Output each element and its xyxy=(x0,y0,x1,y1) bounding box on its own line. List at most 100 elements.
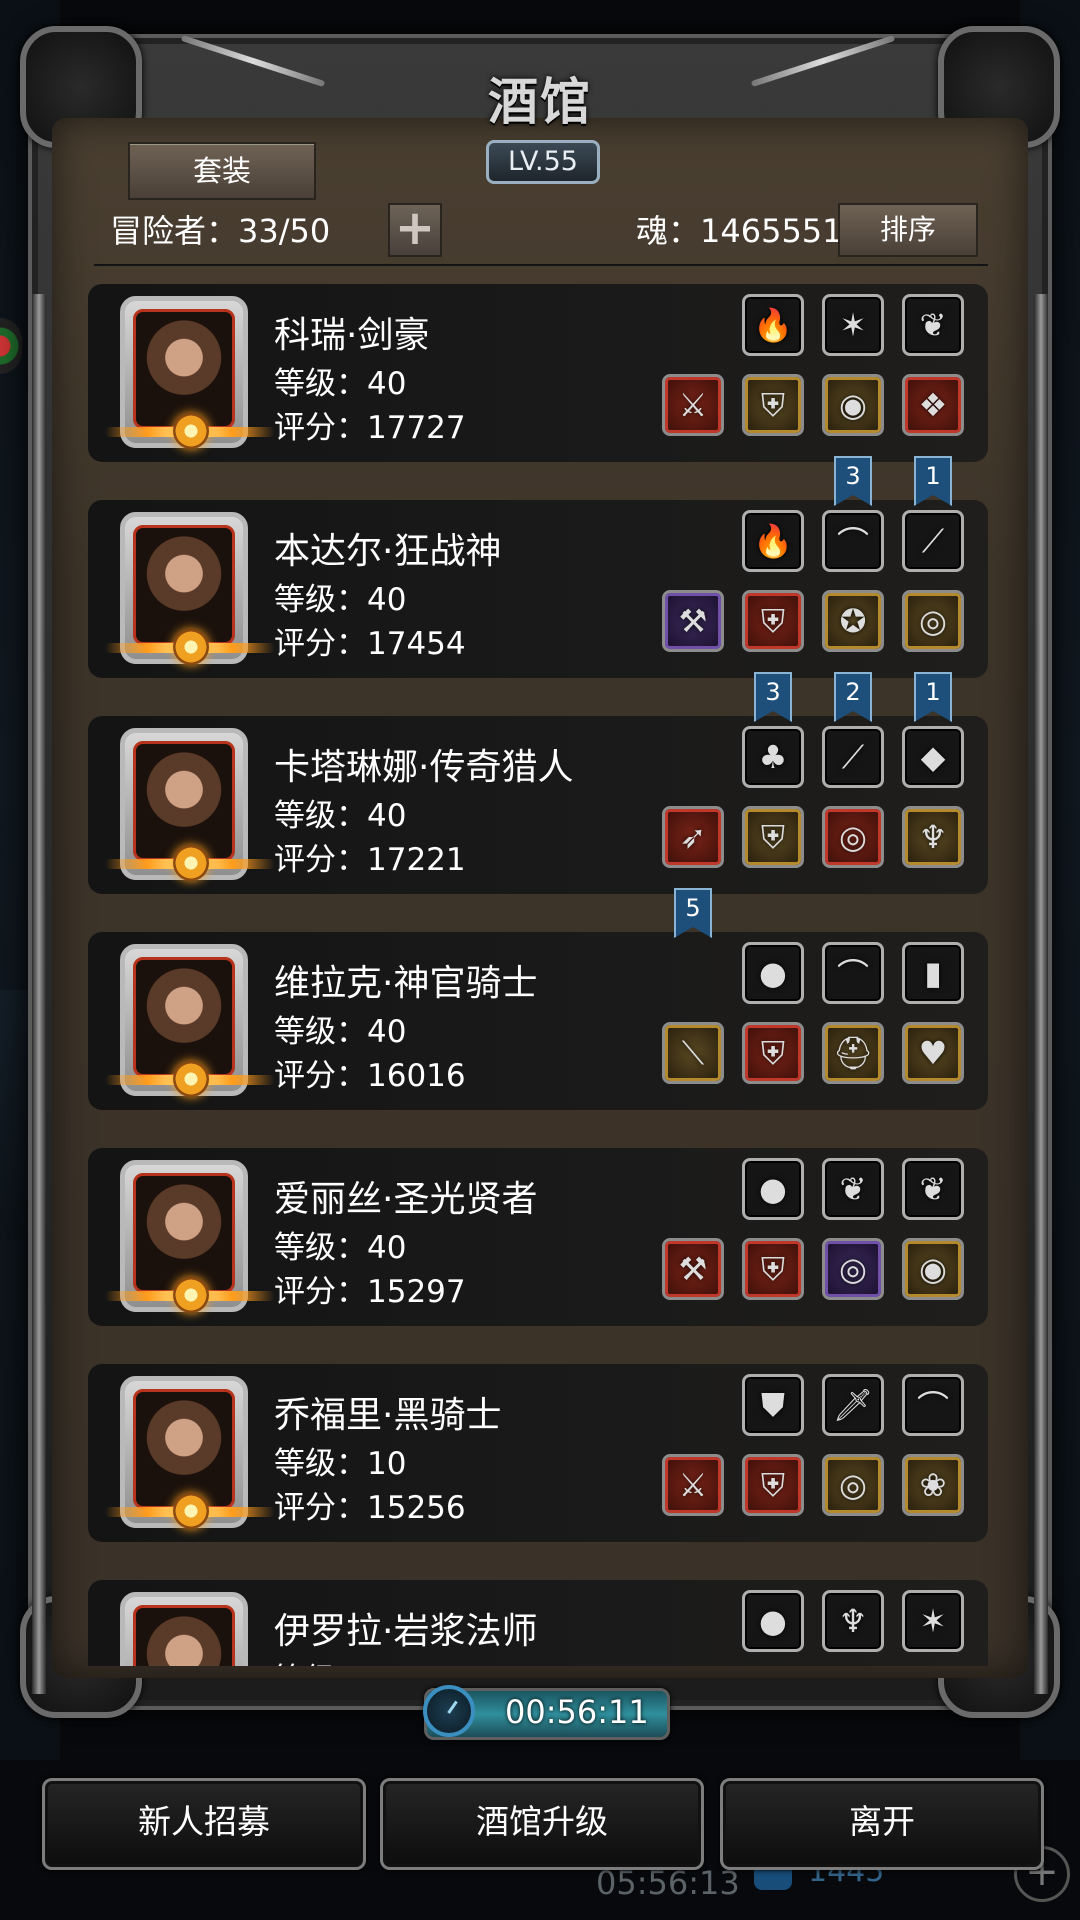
gold-armor-icon[interactable]: ⛨ xyxy=(742,806,804,868)
hero-card[interactable]: 维拉克·神官骑士 等级：40 评分：16016 ● ⌒ ▮ ⟍ ⛨ ⛑ ♥ xyxy=(88,932,988,1110)
frame-spike xyxy=(180,34,326,88)
green-necklace-icon[interactable]: ❀ xyxy=(902,1454,964,1516)
angel-wing-icon[interactable]: ❦ xyxy=(902,1158,964,1220)
blue-bow-icon[interactable]: ⌒ xyxy=(822,942,884,1004)
blue-orb-icon[interactable]: ● xyxy=(742,1590,804,1652)
purple-bracer-icon[interactable]: ◉ xyxy=(902,1238,964,1300)
leather-armor-icon[interactable]: ⛨ xyxy=(742,374,804,436)
hero-score: 评分：17454 xyxy=(274,626,466,662)
rarity-emblem-icon xyxy=(173,629,209,665)
hero-portrait[interactable] xyxy=(105,512,275,665)
blue-orb-icon[interactable]: ● xyxy=(742,942,804,1004)
bookmark-ribbon: 1 xyxy=(914,672,952,722)
hero-score: 评分：17727 xyxy=(274,410,466,446)
rarity-emblem-icon xyxy=(173,1493,209,1529)
hero-avatar xyxy=(133,741,235,861)
knight-helm-icon[interactable]: ⛑ xyxy=(822,1022,884,1084)
rarity-emblem-icon xyxy=(173,413,209,449)
hero-name: 乔福里·黑骑士 xyxy=(274,1395,502,1436)
hero-score: 评分：17221 xyxy=(274,842,466,878)
hero-level: 等级：40 xyxy=(274,1014,407,1050)
refresh-timer: 00:56:11 xyxy=(505,1693,649,1731)
silver-badge-icon[interactable]: ✶ xyxy=(822,294,884,356)
hero-card[interactable]: 爱丽丝·圣光贤者 等级：40 评分：15297 ● ❦ ❦ ⚒ ⛨ ◎ ◉ xyxy=(88,1148,988,1326)
clock-icon xyxy=(423,1685,475,1737)
green-armor-icon[interactable]: ⛨ xyxy=(742,590,804,652)
blue-pendant-icon[interactable]: ♆ xyxy=(902,806,964,868)
dagger-icon[interactable]: 🗡 xyxy=(822,1374,884,1436)
hero-name: 卡塔琳娜·传奇猎人 xyxy=(274,747,574,788)
blue-bow-icon[interactable]: ⌒ xyxy=(822,510,884,572)
hero-avatar xyxy=(133,525,235,645)
hero-card[interactable]: 卡塔琳娜·传奇猎人 等级：40 评分：17221 ♣ ⟋ ◆ ➶ ⛨ ◎ ♆ xyxy=(88,716,988,894)
fire-orb-icon[interactable]: 🔥 xyxy=(742,294,804,356)
heart-locket-icon[interactable]: ♥ xyxy=(902,1022,964,1084)
hero-card[interactable]: 伊罗拉·岩浆法师等级 ● ♆ ✶ xyxy=(88,1580,988,1666)
green-flame-icon[interactable]: ♣ xyxy=(742,726,804,788)
red-armor-icon[interactable]: ⛨ xyxy=(742,1022,804,1084)
bookmark-ribbon: 2 xyxy=(834,672,872,722)
hero-name: 爱丽丝·圣光贤者 xyxy=(274,1179,538,1220)
bone-staff-icon[interactable]: ⟋ xyxy=(822,726,884,788)
hero-portrait[interactable] xyxy=(120,1592,248,1666)
hero-portrait[interactable] xyxy=(105,1160,275,1313)
hero-level: 等级：40 xyxy=(274,1230,407,1266)
bone-staff-icon[interactable]: ⟋ xyxy=(902,510,964,572)
hero-avatar xyxy=(133,1173,235,1293)
skull-ring-icon[interactable]: ◎ xyxy=(902,590,964,652)
purple-ring-icon[interactable]: ◎ xyxy=(822,1238,884,1300)
hero-portrait[interactable] xyxy=(105,296,275,449)
hero-list[interactable]: 科瑞·剑豪 等级：40 评分：17727 🔥 ✶ ❦ ⚔ ⛨ ◉ ❖ 本达尔·狂战神 等级：40 评分：… xyxy=(88,280,988,1666)
hero-score: 评分：16016 xyxy=(274,1058,466,1094)
silver-badge-icon[interactable]: ✶ xyxy=(902,1590,964,1652)
hero-card[interactable]: 科瑞·剑豪 等级：40 评分：17727 🔥 ✶ ❦ ⚔ ⛨ ◉ ❖ xyxy=(88,284,988,462)
plate-armor-icon[interactable]: ⛨ xyxy=(742,1238,804,1300)
add-slot-button[interactable]: + xyxy=(388,203,442,257)
shortbow-icon[interactable]: ⌒ xyxy=(902,1374,964,1436)
broadsword-icon[interactable]: ⚔ xyxy=(662,1454,724,1516)
hero-name: 伊罗拉·岩浆法师 xyxy=(274,1611,538,1652)
silver-ring-icon[interactable]: ◎ xyxy=(822,1454,884,1516)
red-ring-icon[interactable]: ◎ xyxy=(822,806,884,868)
hero-portrait[interactable] xyxy=(105,1376,275,1529)
fire-orb-icon[interactable]: 🔥 xyxy=(742,510,804,572)
tome-icon[interactable]: ▮ xyxy=(902,942,964,1004)
hero-portrait[interactable] xyxy=(105,944,275,1097)
bone-armor-icon[interactable]: ⛨ xyxy=(742,1454,804,1516)
recruit-button[interactable]: 新人招募 xyxy=(42,1778,366,1870)
leave-button[interactable]: 离开 xyxy=(720,1778,1044,1870)
blue-orb-icon[interactable]: ● xyxy=(742,1158,804,1220)
greatsword-icon[interactable]: ⚔ xyxy=(662,374,724,436)
dark-mace-icon[interactable]: ⟍ xyxy=(662,1022,724,1084)
war-hammer-icon[interactable]: ⚒ xyxy=(662,1238,724,1300)
angel-wing-icon[interactable]: ❦ xyxy=(822,1158,884,1220)
frame-pillar xyxy=(1034,294,1048,1694)
hero-level: 等级：10 xyxy=(274,1446,407,1482)
silver-necklace-icon[interactable]: ♆ xyxy=(822,1590,884,1652)
dark-shield-icon[interactable]: ⛊ xyxy=(742,1374,804,1436)
angel-wing-icon[interactable]: ❦ xyxy=(902,294,964,356)
sort-button[interactable]: 排序 xyxy=(838,203,978,257)
page-title: 酒馆 xyxy=(488,72,592,131)
frame-spike xyxy=(750,34,896,88)
hero-score: 评分：15256 xyxy=(274,1490,466,1526)
red-amulet-icon[interactable]: ❖ xyxy=(902,374,964,436)
battle-axe-icon[interactable]: ⚒ xyxy=(662,590,724,652)
hero-card[interactable]: 乔福里·黑骑士等级：10 评分：15256 ⛊ 🗡 ⌒ ⚔ ⛨ ◎ ❀ xyxy=(88,1364,988,1542)
bracer-icon[interactable]: ◉ xyxy=(822,374,884,436)
hero-level: 等级：40 xyxy=(274,582,407,618)
frame-pillar xyxy=(32,294,46,1694)
timer-bar: 00:56:11 xyxy=(423,1685,670,1740)
rune-seal-icon[interactable]: ✪ xyxy=(822,590,884,652)
hero-avatar xyxy=(133,1389,235,1509)
rarity-emblem-icon xyxy=(173,1061,209,1097)
set-button[interactable]: 套装 xyxy=(128,142,316,200)
purple-crystal-icon[interactable]: ◆ xyxy=(902,726,964,788)
divider xyxy=(94,264,988,266)
hero-portrait[interactable] xyxy=(105,728,275,881)
crossbow-icon[interactable]: ➶ xyxy=(662,806,724,868)
hero-avatar xyxy=(133,309,235,429)
hero-card[interactable]: 本达尔·狂战神 等级：40 评分：17454 🔥 ⌒ ⟋ ⚒ ⛨ ✪ ◎ xyxy=(88,500,988,678)
hero-level: 等级：40 xyxy=(274,366,407,402)
tavern-upgrade-button[interactable]: 酒馆升级 xyxy=(380,1778,704,1870)
